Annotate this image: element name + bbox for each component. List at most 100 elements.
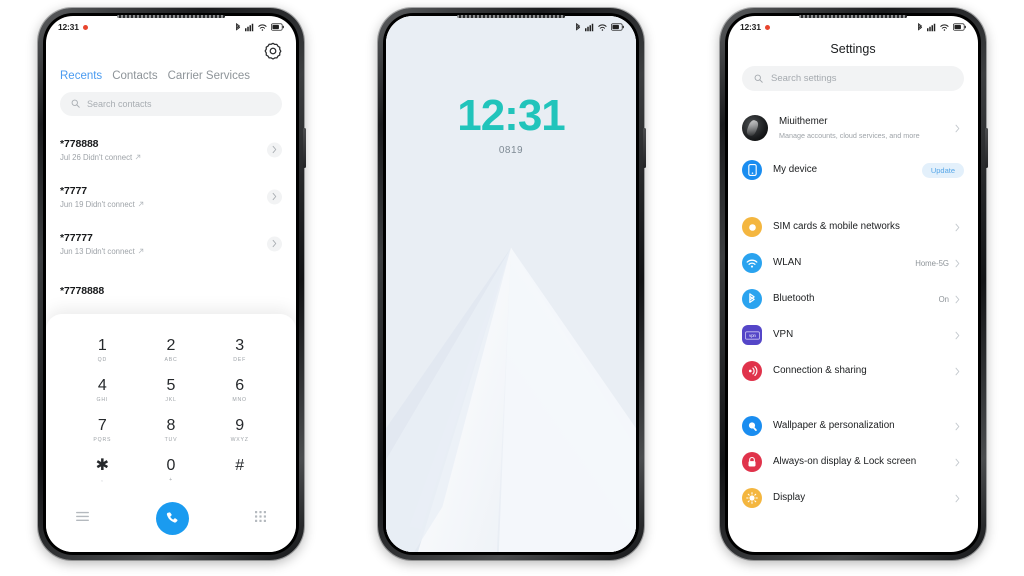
settings-row-connection-sharing[interactable]: Connection & sharing [728, 353, 978, 389]
wallpaper-icon [742, 416, 762, 436]
account-name: Miuithemer [779, 116, 828, 128]
signal-icon [585, 23, 594, 32]
settings-row-my-device[interactable]: My device Update [728, 150, 978, 190]
key-1[interactable]: 1 QD [68, 330, 137, 370]
power-button[interactable] [643, 128, 646, 168]
key-2[interactable]: 2 ABC [137, 330, 206, 370]
page-title: Settings [830, 42, 876, 56]
key-5[interactable]: 5 JKL [137, 370, 206, 410]
outgoing-call-arrow-icon [138, 201, 143, 207]
earpiece-speaker [117, 15, 225, 18]
search-icon [754, 70, 763, 88]
call-log-row[interactable]: *77777 Jun 13 Didn't connect [60, 220, 282, 267]
power-button[interactable] [303, 128, 306, 168]
search-settings-placeholder: Search settings [771, 73, 837, 84]
chevron-right-icon [955, 367, 964, 376]
call-log-row[interactable]: *778888 Jul 26 Didn't connect [60, 126, 282, 173]
key-3[interactable]: 3 DEF [205, 330, 274, 370]
bluetooth-icon [742, 289, 762, 309]
call-detail: Jun 13 Didn't connect [60, 247, 282, 256]
search-settings-input[interactable]: Search settings [742, 66, 964, 91]
battery-icon [611, 23, 624, 31]
key-0[interactable]: 0 + [137, 450, 206, 490]
settings-gear-icon[interactable] [264, 42, 282, 60]
signal-icon [927, 23, 936, 32]
keypad-grid: 1 QD 2 ABC 3 DEF 4 GHI 5 JKL 6 MNO 7 PQRS 8 TUV … [68, 330, 274, 490]
bluetooth-icon [235, 22, 241, 32]
settings-list[interactable]: Miuithemer Manage accounts, cloud servic… [728, 102, 978, 552]
call-detail: Jul 26 Didn't connect [60, 153, 282, 162]
row-text: SIM cards & mobile networks [773, 221, 949, 234]
status-bar [386, 16, 636, 38]
chevron-right-icon [955, 422, 964, 431]
row-label: Bluetooth [773, 292, 815, 304]
row-text: Display [773, 492, 949, 505]
notification-dot-icon [764, 24, 770, 30]
battery-icon [953, 23, 966, 31]
row-label: Display [773, 491, 806, 503]
key-7[interactable]: 7 PQRS [68, 410, 137, 450]
status-bar-right [917, 22, 966, 32]
call-number: *7777 [60, 184, 87, 197]
call-detail-chevron-icon[interactable] [267, 236, 282, 251]
notification-dot-icon [82, 24, 88, 30]
settings-row-sim-cards[interactable]: SIM cards & mobile networks [728, 209, 978, 245]
signal-icon [245, 23, 254, 32]
row-text: VPN [773, 329, 949, 342]
settings-group-account: Miuithemer Manage accounts, cloud servic… [728, 102, 978, 194]
dialer-tab-bar: Recents Contacts Carrier Services [60, 70, 286, 82]
menu-lines-icon[interactable] [76, 509, 89, 527]
outgoing-call-arrow-icon [135, 154, 141, 160]
call-button[interactable] [155, 501, 189, 535]
call-log-row[interactable]: *7777 Jun 19 Didn't connect [60, 173, 282, 220]
call-detail-chevron-icon[interactable] [267, 142, 282, 157]
row-text: Bluetooth [773, 293, 939, 306]
tab-contacts[interactable]: Contacts [112, 70, 157, 82]
tab-carrier-services[interactable]: Carrier Services [168, 70, 250, 82]
settings-row-always-on-display[interactable]: Always-on display & Lock screen [728, 444, 978, 480]
call-detail-chevron-icon[interactable] [267, 189, 282, 204]
settings-group-divider [728, 194, 978, 205]
account-subtitle: Manage accounts, cloud services, and mor… [779, 130, 920, 140]
tab-recents[interactable]: Recents [60, 70, 102, 82]
settings-row-wlan[interactable]: WLAN Home-5G [728, 245, 978, 281]
row-label: Connection & sharing [773, 364, 867, 376]
search-icon [71, 95, 80, 113]
settings-row-account[interactable]: Miuithemer Manage accounts, cloud servic… [728, 106, 978, 150]
chevron-right-icon [955, 458, 964, 467]
lock-time: 12:31 [457, 91, 566, 140]
key-hash[interactable]: # [205, 450, 274, 490]
phone-device-settings: 12:31 Settings Search settings Miuitheme… [720, 8, 988, 560]
row-label: WLAN [773, 256, 802, 268]
search-contacts-input[interactable]: Search contacts [60, 92, 282, 116]
dial-keypad: 1 QD 2 ABC 3 DEF 4 GHI 5 JKL 6 MNO 7 PQRS 8 TUV … [46, 314, 296, 552]
call-detail: Jun 19 Didn't connect [60, 200, 282, 209]
call-log-row[interactable]: *7778888 [60, 267, 282, 314]
keypad-grid-icon[interactable] [255, 509, 266, 527]
row-text: Connection & sharing [773, 365, 949, 378]
key-9[interactable]: 9 WXYZ [205, 410, 274, 450]
keypad-action-row [46, 498, 296, 538]
key-8[interactable]: 8 TUV [137, 410, 206, 450]
settings-group-network: SIM cards & mobile networks WLAN Home-5G… [728, 205, 978, 393]
phone-device-lockscreen: 12:31 0819 [378, 8, 646, 560]
settings-row-display[interactable]: Display [728, 480, 978, 516]
status-bar: 12:31 [46, 16, 296, 38]
key-4[interactable]: 4 GHI [68, 370, 137, 410]
bluetooth-icon [575, 22, 581, 32]
update-badge[interactable]: Update [921, 162, 964, 178]
status-bar-right [235, 22, 284, 32]
key-star[interactable]: ✱, [68, 450, 137, 490]
row-value: On [938, 294, 949, 304]
power-button[interactable] [985, 128, 988, 168]
wifi-icon [742, 253, 762, 273]
screenshot-stage: 12:31 Recents Contacts Carrier Services … [0, 0, 1024, 576]
row-label: SIM cards & mobile networks [773, 220, 900, 232]
settings-row-wallpaper[interactable]: Wallpaper & personalization [728, 408, 978, 444]
call-number: *778888 [60, 137, 99, 150]
settings-row-vpn[interactable]: vpn VPN [728, 317, 978, 353]
row-value: Home-5G [915, 258, 949, 268]
key-6[interactable]: 6 MNO [205, 370, 274, 410]
earpiece-speaker [799, 15, 907, 18]
settings-row-bluetooth[interactable]: Bluetooth On [728, 281, 978, 317]
